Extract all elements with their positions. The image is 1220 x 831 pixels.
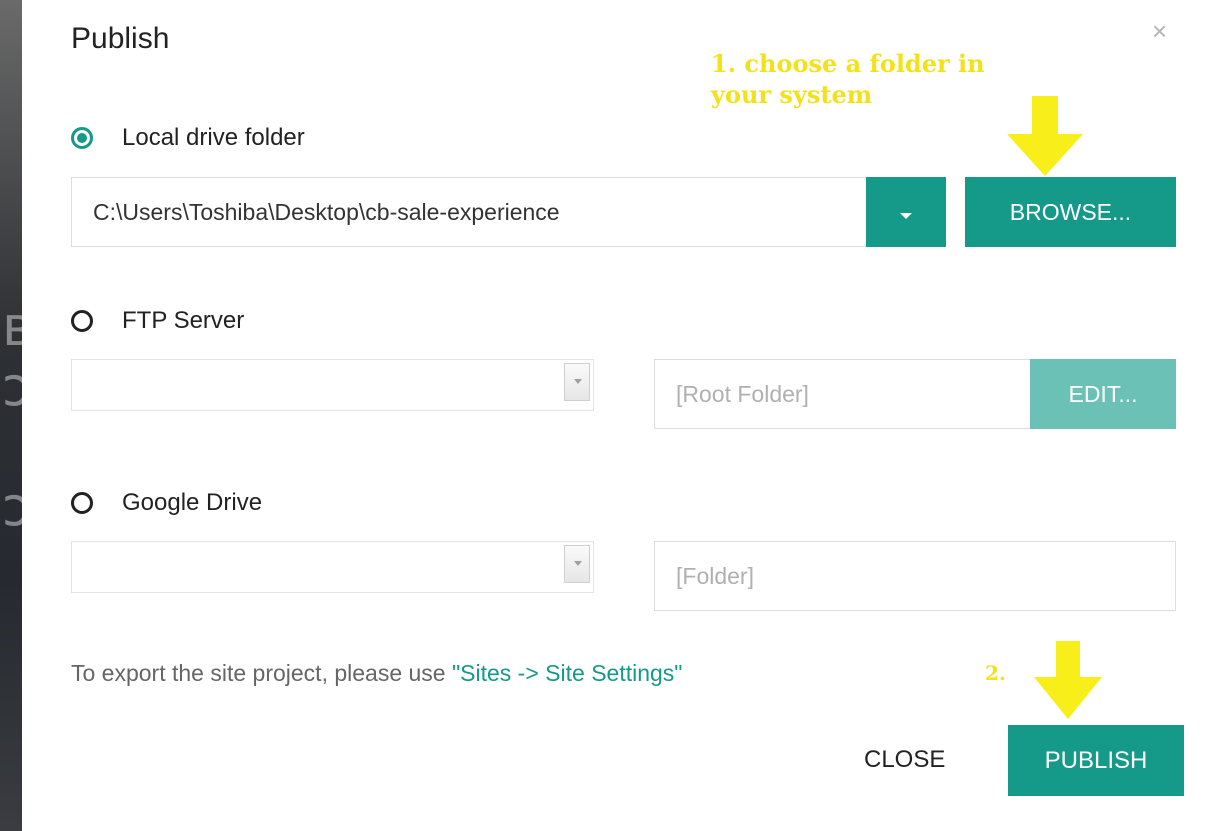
google-drive-option[interactable]: Google Drive bbox=[71, 489, 262, 517]
step1-annotation-line1: 1. choose a folder in bbox=[711, 49, 985, 78]
background-app-strip: ʙ ɔ ɔ bbox=[0, 0, 33, 831]
publish-dialog: Publish × Local drive folder BROWSE... F… bbox=[22, 0, 1220, 831]
path-history-dropdown-button[interactable] bbox=[866, 177, 946, 247]
local-drive-radio[interactable] bbox=[71, 127, 93, 149]
export-note-text: To export the site project, please use bbox=[71, 660, 452, 686]
close-button[interactable]: CLOSE bbox=[864, 746, 945, 774]
local-drive-label: Local drive folder bbox=[122, 124, 305, 151]
google-drive-folder-input[interactable] bbox=[654, 541, 1176, 611]
step1-annotation-line2: your system bbox=[711, 80, 873, 109]
ftp-server-label: FTP Server bbox=[122, 307, 245, 334]
dialog-title: Publish bbox=[71, 22, 170, 55]
google-drive-label: Google Drive bbox=[122, 489, 263, 516]
publish-button[interactable]: PUBLISH bbox=[1008, 725, 1184, 796]
arrow-down-icon bbox=[1007, 96, 1083, 176]
ftp-server-select[interactable] bbox=[71, 359, 594, 411]
google-drive-radio[interactable] bbox=[71, 492, 93, 514]
chevron-down-icon[interactable] bbox=[564, 363, 590, 401]
chevron-down-icon bbox=[900, 213, 912, 219]
local-path-input[interactable] bbox=[71, 177, 866, 247]
ftp-root-folder-input[interactable] bbox=[654, 359, 1031, 429]
site-settings-link[interactable]: "Sites -> Site Settings" bbox=[452, 660, 682, 686]
ftp-server-option[interactable]: FTP Server bbox=[71, 307, 244, 335]
edit-button[interactable]: EDIT... bbox=[1030, 359, 1176, 429]
google-drive-account-select[interactable] bbox=[71, 541, 594, 593]
step2-annotation: 2. bbox=[985, 661, 1006, 685]
local-drive-option[interactable]: Local drive folder bbox=[71, 124, 305, 152]
browse-button[interactable]: BROWSE... bbox=[965, 177, 1176, 247]
chevron-down-icon[interactable] bbox=[564, 545, 590, 583]
arrow-down-icon bbox=[1034, 641, 1102, 719]
close-icon[interactable]: × bbox=[1152, 16, 1167, 47]
step1-annotation: 1. choose a folder in your system bbox=[711, 48, 985, 110]
ftp-server-radio[interactable] bbox=[71, 310, 93, 332]
export-note: To export the site project, please use "… bbox=[71, 660, 682, 687]
